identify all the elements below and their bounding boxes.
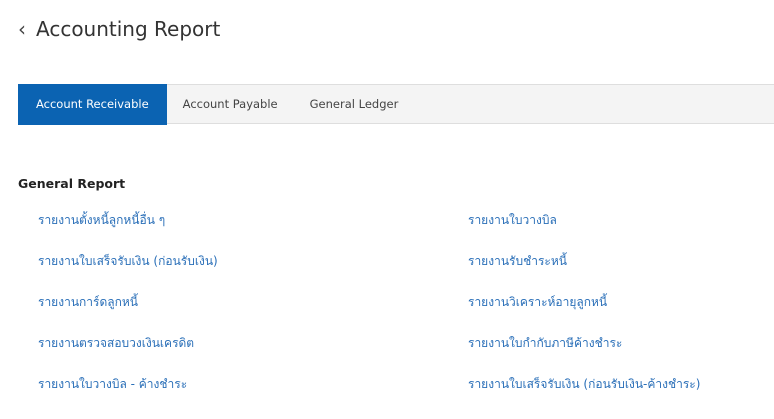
page-header: ‹ Accounting Report	[18, 14, 220, 44]
back-chevron-icon[interactable]: ‹	[18, 14, 26, 44]
report-link[interactable]: รายงานใบเสร็จรับเงิน (ก่อนรับเงิน-ค้างชำ…	[468, 376, 700, 392]
report-row: รายงานใบวางบิล - ค้างชำระ รายงานใบเสร็จร…	[38, 376, 774, 417]
report-link[interactable]: รายงานตั้งหนี้ลูกหนี้อื่น ๆ	[38, 212, 165, 228]
tab-account-receivable[interactable]: Account Receivable	[18, 84, 167, 125]
report-row: รายงานตรวจสอบวงเงินเครดิต รายงานใบกำกับภ…	[38, 335, 774, 376]
tab-general-ledger[interactable]: General Ledger	[294, 85, 415, 124]
tab-account-payable[interactable]: Account Payable	[167, 85, 294, 124]
page-title: Accounting Report	[36, 17, 221, 41]
report-row: รายงานการ์ดลูกหนี้ รายงานวิเคราะห์อายุลู…	[38, 294, 774, 335]
report-link[interactable]: รายงานวิเคราะห์อายุลูกหนี้	[468, 294, 607, 310]
report-link[interactable]: รายงานใบเสร็จรับเงิน (ก่อนรับเงิน)	[38, 253, 218, 269]
report-tabs: Account Receivable Account Payable Gener…	[18, 84, 774, 125]
report-link[interactable]: รายงานรับชำระหนี้	[468, 253, 567, 269]
report-link[interactable]: รายงานใบวางบิล	[468, 212, 557, 228]
report-link[interactable]: รายงานใบกำกับภาษีค้างชำระ	[468, 335, 622, 351]
report-row: รายงานใบเสร็จรับเงิน (ก่อนรับเงิน) รายงา…	[38, 253, 774, 294]
report-link[interactable]: รายงานตรวจสอบวงเงินเครดิต	[38, 335, 194, 351]
report-link[interactable]: รายงานใบวางบิล - ค้างชำระ	[38, 376, 187, 392]
report-row: รายงานตั้งหนี้ลูกหนี้อื่น ๆ รายงานใบวางบ…	[38, 212, 774, 253]
report-list: รายงานตั้งหนี้ลูกหนี้อื่น ๆ รายงานใบวางบ…	[38, 212, 774, 417]
section-title: General Report	[18, 176, 126, 191]
report-link[interactable]: รายงานการ์ดลูกหนี้	[38, 294, 138, 310]
